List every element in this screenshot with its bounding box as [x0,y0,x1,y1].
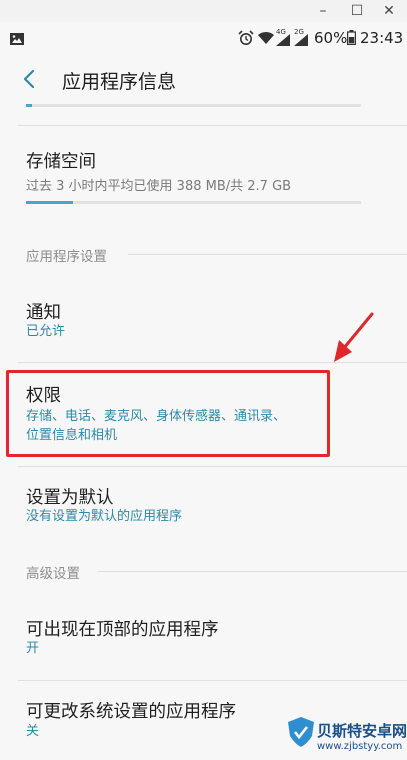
storage-title: 存储空间 [26,152,96,172]
storage-progress-fill [26,201,73,204]
alarm-icon [238,30,254,50]
clock: 23:43 [360,29,404,47]
notifications-title: 通知 [26,303,61,323]
image-icon [10,30,24,49]
watermark-name: 贝斯特安卓网 [317,722,407,740]
back-chevron-icon[interactable] [22,69,36,93]
divider [18,680,407,681]
draw-over-subtitle: 开 [26,641,40,656]
window-titlebar: – ☐ ✕ [0,0,407,22]
annotation-arrow-icon [330,310,376,370]
wifi-icon [257,30,275,49]
battery-percent: 60% [314,29,348,47]
storage-subtitle: 过去 3 小时内平均已使用 388 MB/共 2.7 GB [26,179,292,194]
draw-over-item[interactable]: 可出现在顶部的应用程序 开 [0,605,407,665]
close-button[interactable]: ✕ [372,0,406,22]
page-title: 应用程序信息 [62,71,177,93]
top-progress-fill [26,104,32,107]
highlight-box [6,370,330,457]
modify-system-subtitle: 关 [26,724,40,739]
watermark: 贝斯特安卓网 www.zjbstyy.com [283,696,407,760]
set-default-title: 设置为默认 [26,488,114,508]
shield-logo-icon [287,716,315,752]
top-progress-track [26,104,361,107]
maximize-button[interactable]: ☐ [340,0,374,22]
section-divider [128,254,407,255]
modify-system-title: 可更改系统设置的应用程序 [26,702,236,722]
app-bar: 应用程序信息 [0,54,407,104]
draw-over-title: 可出现在顶部的应用程序 [26,620,219,640]
status-bar: 4G 2G 60% 23:43 [0,22,407,54]
section-header-advanced: 高级设置 [26,566,80,582]
storage-item[interactable]: 存储空间 过去 3 小时内平均已使用 388 MB/共 2.7 GB [0,126,407,226]
section-header-app-settings: 应用程序设置 [26,249,107,265]
section-divider [98,571,407,572]
set-default-subtitle: 没有设置为默认的应用程序 [26,509,183,524]
notifications-subtitle: 已允许 [26,324,66,339]
storage-progress-track [26,201,361,204]
watermark-url: www.zjbstyy.com [317,741,403,752]
minimize-button[interactable]: – [306,0,340,22]
set-default-item[interactable]: 设置为默认 没有设置为默认的应用程序 [0,470,407,540]
divider [18,466,407,467]
battery-icon [347,30,357,49]
